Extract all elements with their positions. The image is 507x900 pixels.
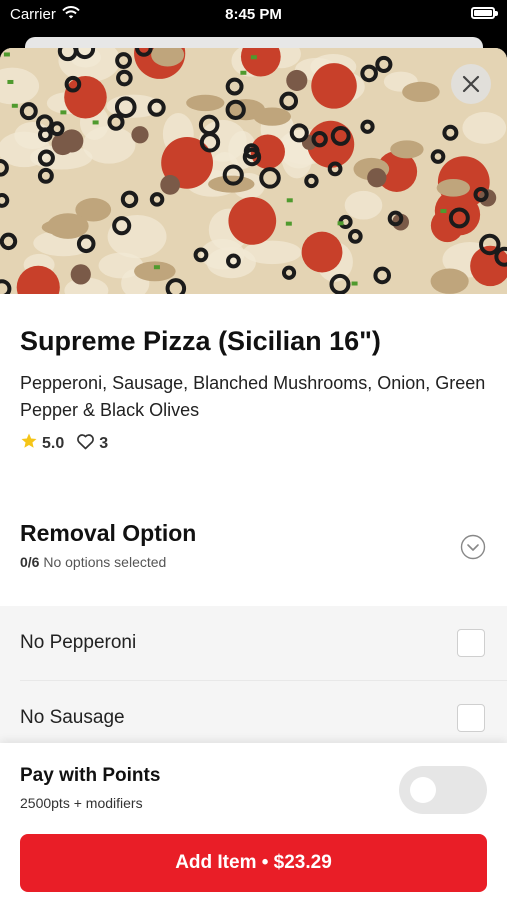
option-checkbox[interactable] <box>457 629 485 657</box>
add-item-button[interactable]: Add Item • $23.29 <box>20 834 487 892</box>
battery-fill <box>474 10 492 16</box>
toggle-knob <box>410 777 436 803</box>
pay-with-points-subtitle: 2500pts + modifiers <box>20 795 143 811</box>
heart-icon[interactable] <box>76 433 95 455</box>
close-icon <box>462 75 480 93</box>
removal-options-list: No Pepperoni No Sausage <box>0 606 507 756</box>
list-item[interactable]: No Pepperoni <box>0 606 507 681</box>
status-time: 8:45 PM <box>225 6 282 23</box>
battery-icon <box>471 7 498 19</box>
option-checkbox[interactable] <box>457 704 485 732</box>
close-button[interactable] <box>451 64 491 104</box>
item-likes-count: 3 <box>99 434 109 452</box>
item-description: Pepperoni, Sausage, Blanched Mushrooms, … <box>20 373 486 420</box>
item-meta: 5.0 3 <box>20 432 108 455</box>
order-footer: Pay with Points 2500pts + modifiers Add … <box>0 743 507 900</box>
status-bar: Carrier 8:45 PM <box>0 0 507 30</box>
option-label: No Pepperoni <box>20 632 137 653</box>
pay-with-points-toggle[interactable] <box>399 766 487 814</box>
item-rating: 5.0 <box>42 434 65 452</box>
removal-option-status-text: No options selected <box>43 554 167 570</box>
item-title: Supreme Pizza (Sicilian 16") <box>20 326 381 356</box>
item-photo <box>0 48 507 294</box>
star-icon <box>20 432 38 455</box>
pay-with-points-title: Pay with Points <box>20 765 161 786</box>
removal-option-count: 0/6 <box>20 554 40 570</box>
item-detail-sheet: Supreme Pizza (Sicilian 16") Pepperoni, … <box>0 48 507 900</box>
option-label: No Sausage <box>20 707 125 728</box>
chevron-down-icon[interactable] <box>460 534 486 565</box>
removal-option-status: 0/6 No options selected <box>20 554 166 570</box>
removal-option-title: Removal Option <box>20 520 197 546</box>
